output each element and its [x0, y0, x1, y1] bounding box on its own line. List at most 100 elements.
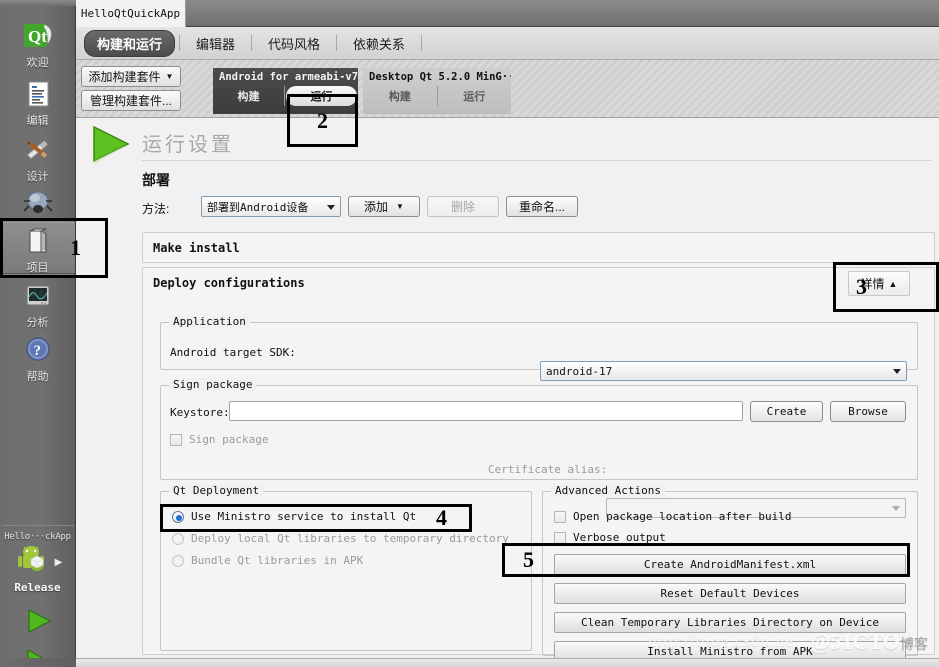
- sign-package-checkbox[interactable]: [170, 433, 182, 446]
- document-edit-icon: [21, 80, 55, 110]
- make-install-label: Make install: [153, 241, 240, 255]
- kit-selector-target[interactable]: ▶: [0, 544, 75, 581]
- tab-dependencies[interactable]: 依赖关系: [341, 31, 417, 56]
- keystore-browse-button[interactable]: Browse: [830, 401, 906, 422]
- keystore-browse-label: Browse: [848, 405, 888, 418]
- details-button[interactable]: 详情 ▲: [848, 271, 910, 296]
- details-label: 详情: [860, 277, 885, 291]
- radio-use-ministro[interactable]: [172, 510, 184, 523]
- kit-card-android[interactable]: Android for armeabi-v7a 构建 运行: [213, 68, 358, 114]
- kit-sub-divider: [284, 86, 285, 106]
- application-group-title: Application: [169, 315, 250, 328]
- reset-default-devices-button[interactable]: Reset Default Devices: [554, 583, 906, 604]
- tab-divider-4: [421, 35, 423, 51]
- add-kit-button[interactable]: 添加构建套件 ▼: [81, 66, 181, 87]
- rename-deploy-button[interactable]: 重命名...: [506, 196, 578, 217]
- projects-book-icon: [21, 227, 55, 257]
- verbose-output-label: Verbose output: [573, 531, 666, 544]
- chevron-down-icon: [893, 369, 901, 374]
- chevron-down-icon: ▼: [396, 202, 404, 211]
- qt-deploy-option-ministro[interactable]: Use Ministro service to install Qt: [172, 510, 416, 523]
- kit-desktop-build-tab[interactable]: 构建: [363, 86, 437, 106]
- add-kit-label: 添加构建套件: [88, 70, 161, 84]
- make-install-card[interactable]: Make install: [142, 232, 935, 263]
- open-package-location-row[interactable]: Open package location after build: [554, 510, 792, 523]
- kit-selector[interactable]: Hello···ckApp ▶ Release: [0, 528, 75, 667]
- run-play-icon: [18, 606, 58, 641]
- tab-divider-1: [179, 35, 181, 51]
- sidebar-item-welcome[interactable]: Qt 欢迎: [0, 18, 75, 74]
- chevron-right-icon[interactable]: ▶: [55, 557, 63, 568]
- remove-deploy-button[interactable]: 删除: [427, 196, 499, 217]
- chevron-up-icon: ▲: [888, 278, 898, 289]
- tab-divider-2: [251, 35, 253, 51]
- kit-card-desktop[interactable]: Desktop Qt 5.2.0 MinG··· 构建 运行: [363, 68, 511, 114]
- keystore-create-label: Create: [766, 405, 807, 418]
- sidebar-item-design[interactable]: 设计: [0, 132, 75, 188]
- android-robot-icon: [13, 544, 53, 581]
- sign-package-checkbox-row[interactable]: Sign package: [170, 433, 268, 446]
- keystore-value: [230, 402, 742, 408]
- tab-editor[interactable]: 编辑器: [184, 31, 247, 56]
- open-package-location-checkbox[interactable]: [554, 510, 566, 523]
- sidebar-item-help-label: 帮助: [26, 371, 49, 383]
- certificate-alias-label: Certificate alias:: [488, 463, 608, 476]
- design-brush-icon: [21, 136, 55, 166]
- run-settings-pane: 运行设置 部署 方法: 部署到Android设备 添加 ▼ 删除 重命名... …: [76, 118, 939, 658]
- sidebar-item-projects-label: 项目: [26, 262, 49, 274]
- tab-code-style[interactable]: 代码风格: [256, 31, 332, 56]
- kit-desktop-run-tab[interactable]: 运行: [438, 86, 512, 106]
- create-androidmanifest-button[interactable]: Create AndroidManifest.xml: [554, 554, 906, 575]
- sidebar-item-help[interactable]: ? 帮助: [0, 332, 75, 388]
- keystore-label: Keystore:: [170, 406, 230, 419]
- manage-kits-label: 管理构建套件...: [89, 94, 172, 108]
- install-ministro-button[interactable]: Install Ministro from APK: [554, 641, 906, 658]
- sidebar-item-edit[interactable]: 编辑: [0, 76, 75, 132]
- status-bar-sidebar-strip: [0, 658, 76, 667]
- advanced-actions-group-title: Advanced Actions: [551, 484, 665, 497]
- radio-bundle-in-apk[interactable]: [172, 554, 184, 567]
- qt-logo-icon: Qt: [21, 22, 55, 52]
- radio-bundle-in-apk-label: Bundle Qt libraries in APK: [191, 554, 364, 567]
- chevron-down-icon: [327, 204, 335, 210]
- clean-temp-libraries-button[interactable]: Clean Temporary Libraries Directory on D…: [554, 612, 906, 633]
- sign-package-group-title: Sign package: [169, 378, 257, 391]
- sidebar-item-analyze[interactable]: 分析: [0, 278, 75, 334]
- kit-card-android-title: Android for armeabi-v7a: [219, 71, 358, 83]
- kit-card-desktop-title: Desktop Qt 5.2.0 MinG···: [369, 71, 511, 83]
- chevron-down-icon: ▼: [165, 72, 174, 81]
- kit-android-build-tab[interactable]: 构建: [213, 86, 284, 106]
- kit-toolbar: 添加构建套件 ▼ 管理构建套件... Android for armeabi-v…: [76, 60, 939, 118]
- sidebar-item-edit-label: 编辑: [26, 115, 49, 127]
- mode-sidebar: Qt 欢迎 编辑 设计 项目 分析 ? 帮助 Hello···ckApp ▶ R…: [0, 0, 76, 667]
- radio-deploy-local-libs[interactable]: [172, 532, 184, 545]
- radio-deploy-local-libs-label: Deploy local Qt libraries to temporary d…: [191, 532, 509, 545]
- sidebar-divider-3: [2, 525, 74, 526]
- reset-default-devices-label: Reset Default Devices: [660, 587, 800, 600]
- deploy-heading: 部署: [142, 172, 170, 188]
- qt-deploy-option-local-libs[interactable]: Deploy local Qt libraries to temporary d…: [172, 532, 509, 545]
- settings-tabbar: 构建和运行 编辑器 代码风格 依赖关系: [76, 27, 939, 60]
- deploy-configurations-label: Deploy configurations: [153, 276, 305, 290]
- verbose-output-checkbox[interactable]: [554, 531, 566, 544]
- kit-android-run-tab[interactable]: 运行: [286, 86, 357, 106]
- tab-build-and-run[interactable]: 构建和运行: [84, 29, 176, 57]
- window-tabstrip: HelloQtQuickApp: [76, 0, 939, 27]
- sidebar-item-projects[interactable]: 项目: [0, 222, 75, 274]
- run-settings-icon: [88, 124, 136, 171]
- project-tab[interactable]: HelloQtQuickApp: [76, 0, 186, 27]
- deploy-method-combo[interactable]: 部署到Android设备: [201, 196, 341, 217]
- manage-kits-button[interactable]: 管理构建套件...: [81, 90, 181, 111]
- verbose-output-row[interactable]: Verbose output: [554, 531, 666, 544]
- keystore-create-button[interactable]: Create: [750, 401, 823, 422]
- keystore-input[interactable]: [229, 401, 743, 421]
- add-deploy-button[interactable]: 添加 ▼: [348, 196, 420, 217]
- android-target-sdk-value: android-17: [546, 364, 613, 378]
- android-target-sdk-combo[interactable]: android-17: [540, 361, 907, 381]
- create-androidmanifest-label: Create AndroidManifest.xml: [643, 558, 817, 571]
- qt-deploy-option-bundle-apk[interactable]: Bundle Qt libraries in APK: [172, 554, 363, 567]
- sidebar-item-welcome-label: 欢迎: [26, 57, 49, 69]
- tab-divider-3: [336, 35, 338, 51]
- help-question-icon: ?: [21, 336, 55, 366]
- run-button[interactable]: [0, 606, 75, 641]
